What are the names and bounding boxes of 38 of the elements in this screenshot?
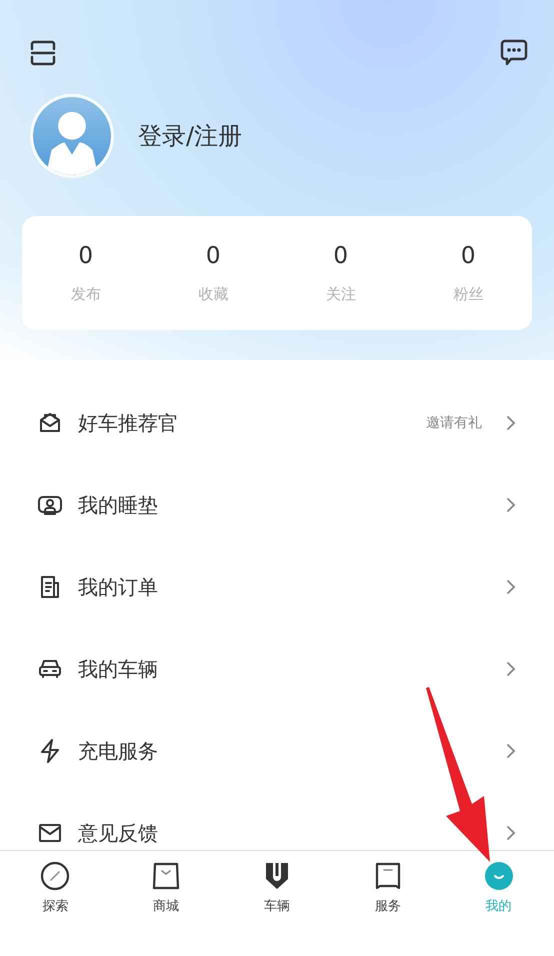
stat-label: 粉丝 [453,284,484,304]
message-icon[interactable] [500,39,528,67]
stat-label: 发布 [70,284,101,304]
stat-label: 关注 [326,284,356,304]
mail-icon [38,821,62,845]
stat-count[interactable]: 0 [78,242,94,268]
chevron-icon [506,743,516,759]
menu-item[interactable]: 好车推荐官 [78,410,178,436]
login-link[interactable]: 登录/注册 [138,120,242,152]
stat-label: 收藏 [198,284,228,304]
tab[interactable]: 服务 [332,861,444,925]
shopping-bag-icon [151,861,182,891]
car-icon [38,657,62,681]
menu-item[interactable]: 我的车辆 [78,656,158,682]
tab[interactable]: 车辆 [222,861,332,925]
menu-item[interactable]: 我的订单 [78,574,158,600]
chevron-icon [506,825,516,841]
scan-icon[interactable] [30,40,56,66]
stat-count[interactable]: 0 [206,242,221,268]
menu-item[interactable]: 我的睡垫 [78,492,158,518]
tab[interactable]: 探索 [0,861,111,925]
tab[interactable]: 商城 [110,861,222,925]
envelope-icon [38,411,62,435]
stat-count[interactable]: 0 [460,242,476,268]
smile-icon [484,861,514,891]
menu-item[interactable]: 意见反馈 [78,820,158,846]
avatar[interactable] [30,94,114,178]
document-icon [38,575,62,599]
chevron-icon [506,579,516,595]
chevron-icon [506,497,516,513]
portrait-icon [38,493,62,517]
compass-icon [40,861,70,891]
menu-item[interactable]: 充电服务 [78,738,158,764]
lightning-icon [38,739,62,763]
chevron-icon [506,661,516,677]
stat-count[interactable]: 0 [333,242,348,268]
invite-note: 邀请有礼 [426,414,482,432]
chevron-icon [506,415,516,431]
